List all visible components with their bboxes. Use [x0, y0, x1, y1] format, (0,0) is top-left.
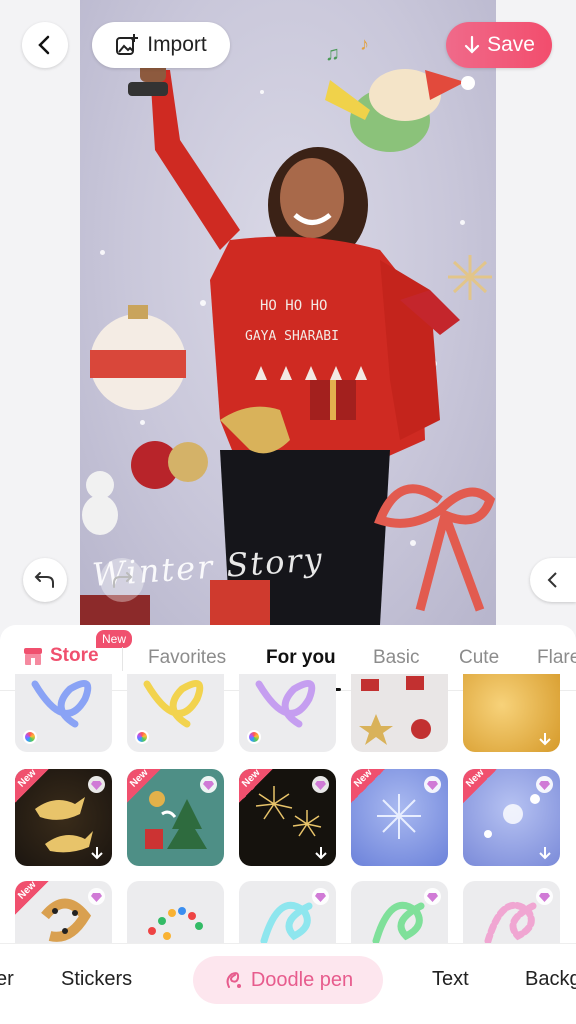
new-tag: New: [351, 769, 385, 803]
import-label: Import: [147, 33, 207, 56]
music-note: ♪: [360, 34, 369, 54]
redo-icon: [113, 572, 133, 588]
pen-tile-yellow[interactable]: [127, 674, 224, 752]
gem-icon: [312, 776, 329, 793]
dots-preview: [148, 907, 203, 940]
new-tag: New: [127, 769, 161, 803]
tab-basic[interactable]: Basic: [373, 647, 419, 669]
gem-icon: [312, 888, 329, 905]
bottom-toolbar: er Stickers Doodle pen Text Backg: [0, 943, 576, 1024]
person-photo: HO HO HO GAYA SHARABI ♫ ♪: [80, 34, 496, 625]
redo-button[interactable]: [100, 558, 144, 602]
toolbar-item-text[interactable]: Text: [432, 968, 469, 991]
toolbar-item-doodle-pen[interactable]: Doodle pen: [193, 956, 383, 1004]
gem-icon: [536, 888, 553, 905]
new-tag: New: [239, 769, 273, 803]
pen-tile-snowflakes[interactable]: New: [351, 769, 448, 866]
pen-tile-green[interactable]: [351, 881, 448, 943]
gem-icon: [424, 776, 441, 793]
download-icon: [91, 847, 103, 860]
sweater-text-1: HO HO HO: [260, 298, 327, 314]
import-image-icon: [116, 34, 139, 55]
toolbar-item-background[interactable]: Backg: [525, 968, 576, 991]
store-tab[interactable]: Store: [22, 645, 99, 667]
download-icon: [539, 733, 551, 746]
save-label: Save: [487, 33, 535, 56]
download-icon: [539, 847, 551, 860]
tab-cute[interactable]: Cute: [459, 647, 499, 669]
doodle-pen-icon: [226, 972, 241, 988]
pen-tile-gold-bokeh[interactable]: [463, 674, 560, 752]
photo-canvas[interactable]: HO HO HO GAYA SHARABI ♫ ♪ Winter Story: [80, 0, 496, 625]
gem-icon: [536, 776, 553, 793]
undo-button[interactable]: [23, 558, 67, 602]
gem-icon: [424, 888, 441, 905]
music-note: ♫: [325, 43, 340, 65]
new-badge: New: [96, 630, 133, 648]
tab-for-you[interactable]: For you: [266, 647, 336, 669]
pen-tile-ornaments[interactable]: [351, 674, 448, 752]
tab-favorites[interactable]: Favorites: [148, 647, 226, 669]
ornaments-preview: [359, 676, 431, 745]
pen-tile-leopard[interactable]: New: [15, 881, 112, 943]
new-tag: New: [15, 881, 49, 915]
store-icon: [24, 648, 42, 665]
new-tag: New: [463, 769, 497, 803]
collapse-button[interactable]: [530, 558, 576, 602]
tab-flare[interactable]: Flare: [537, 647, 576, 669]
gem-icon: [88, 776, 105, 793]
pen-tile-snow-glow[interactable]: New: [463, 769, 560, 866]
pen-tile-gold-reindeer[interactable]: New: [15, 769, 112, 866]
pen-tile-purple[interactable]: [239, 674, 336, 752]
doodle-pen-label: Doodle pen: [250, 968, 354, 991]
chevron-left-icon: [547, 572, 557, 588]
new-tag: New: [15, 769, 49, 803]
pen-tile-blue[interactable]: [15, 674, 112, 752]
store-label: Store: [50, 645, 99, 666]
save-button[interactable]: Save: [446, 22, 552, 68]
color-picker-dot: [135, 730, 149, 744]
color-picker-dot: [247, 730, 261, 744]
import-button[interactable]: Import: [92, 22, 230, 68]
toolbar-item-stickers[interactable]: Stickers: [61, 968, 132, 991]
pen-tile-fireworks[interactable]: New: [239, 769, 336, 866]
pen-tile-dots[interactable]: [127, 881, 224, 943]
download-icon: [315, 847, 327, 860]
pen-tile-christmas-icons[interactable]: New: [127, 769, 224, 866]
pen-tile-cyan[interactable]: [239, 881, 336, 943]
toolbar-item-partial[interactable]: er: [0, 968, 14, 991]
back-icon: [38, 35, 50, 55]
gem-icon: [200, 776, 217, 793]
tab-divider: [122, 647, 123, 671]
sweater-text-2: GAYA SHARABI: [245, 329, 339, 344]
download-icon: [464, 35, 480, 54]
pen-tile-pink-dashed[interactable]: [463, 881, 560, 943]
color-picker-dot: [23, 730, 37, 744]
undo-icon: [34, 572, 54, 588]
back-button[interactable]: [22, 22, 68, 68]
gem-icon: [88, 888, 105, 905]
